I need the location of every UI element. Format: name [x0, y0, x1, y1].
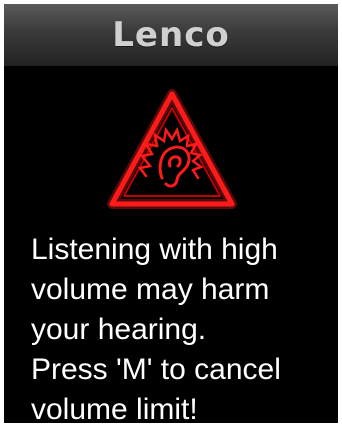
message-line: Listening with high	[31, 233, 278, 266]
brand-logo: Lenco	[112, 15, 230, 55]
header-bar: Lenco	[4, 4, 338, 66]
device-screen: Lenco Listening with high volume may har…	[4, 4, 338, 423]
warning-message: Listening with high volume may harm your…	[31, 230, 336, 423]
message-line: your hearing.	[31, 313, 207, 346]
message-line: Press 'M' to cancel	[31, 353, 281, 386]
hearing-warning-icon	[107, 89, 237, 209]
message-line: volume limit!	[31, 393, 198, 423]
message-line: volume may harm	[31, 273, 270, 306]
